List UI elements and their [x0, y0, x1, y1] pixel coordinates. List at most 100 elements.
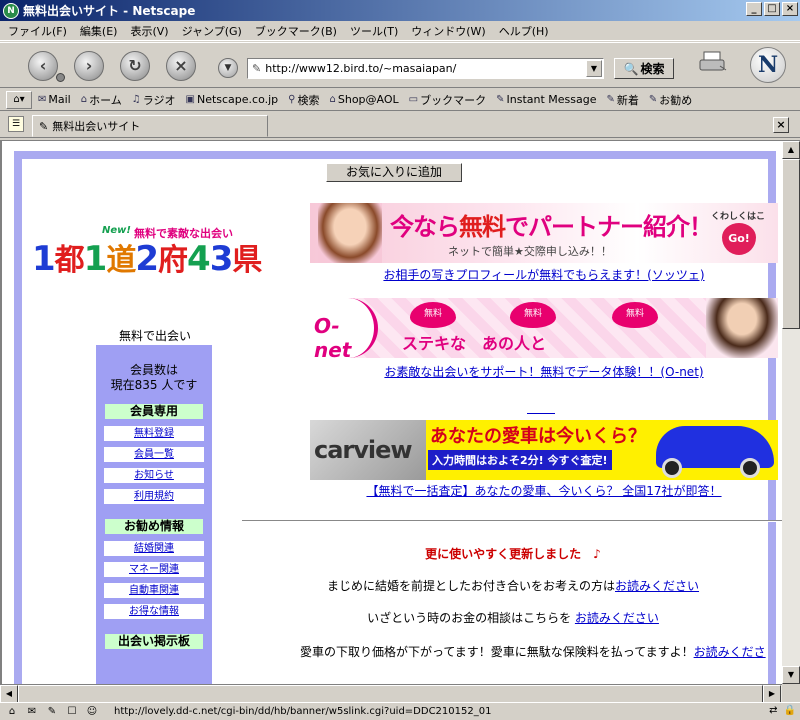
logo-main-text: 1都1道2府43県 [32, 235, 262, 279]
scroll-up-icon[interactable]: ▲ [782, 141, 800, 159]
sidebar-item-money[interactable]: マネー関連 [104, 562, 204, 577]
maximize-button[interactable]: □ [764, 2, 780, 16]
menu-window[interactable]: ウィンドウ(W) [411, 23, 485, 39]
personal-item-recommend[interactable]: ✎ お勧め [649, 92, 692, 108]
add-favorite-button[interactable]: お気に入りに追加 [326, 163, 462, 182]
personal-item-mail[interactable]: ✉ Mail [38, 93, 71, 106]
sidebar-item-member-list[interactable]: 会員一覧 [104, 447, 204, 462]
menu-view[interactable]: 表示(V) [130, 23, 168, 39]
close-window-button[interactable]: × [782, 2, 798, 16]
banner-carview[interactable]: carview あなたの愛車は今いくら？ 入力時間はおよそ2分! 今すぐ査定! [310, 420, 778, 480]
personal-item-instant-message[interactable]: ✎ Instant Message [496, 93, 596, 106]
update-heading: 更に使いやすく更新しました ♪ [425, 547, 601, 561]
banner-onet-text: ステキな あの人と [402, 334, 547, 353]
sidebar-item-marriage[interactable]: 結婚関連 [104, 541, 204, 556]
status-url: http://lovely.dd-c.net/cgi-bin/dd/hb/ban… [114, 706, 492, 717]
minimize-button[interactable]: _ [746, 2, 762, 16]
banner-carview-headline: あなたの愛車は今いくら？ [430, 426, 646, 447]
address-book-icon[interactable]: ☐ [64, 705, 80, 719]
menu-edit[interactable]: 編集(E) [80, 23, 118, 39]
sidebar-toggle-icon[interactable]: ☰ [8, 116, 24, 132]
back-history-dropdown[interactable] [56, 73, 65, 82]
read-more-link[interactable]: お読みください [575, 611, 659, 625]
url-text[interactable]: http://www12.bird.to/~masaiapan/ [265, 62, 456, 75]
url-dropdown-icon[interactable]: ▼ [586, 60, 602, 77]
menu-help[interactable]: ヘルプ(H) [499, 23, 549, 39]
heart-icon: Go! [722, 223, 756, 255]
scroll-right-icon[interactable]: ▶ [763, 685, 781, 703]
sidebar-item-notices[interactable]: お知らせ [104, 468, 204, 483]
tab-current[interactable]: ✎ 無料出会いサイト [32, 115, 268, 137]
carview-logo-area: carview [310, 420, 426, 480]
reload-icon[interactable]: ↻ [120, 51, 150, 81]
menu-go[interactable]: ジャンプ(G) [182, 23, 242, 39]
banner-partner-link[interactable]: お相手の写きプロフィールが無料でもらえます！(ソッツェ) [310, 266, 778, 283]
forward-icon[interactable]: › [74, 51, 104, 81]
vertical-scroll-thumb[interactable] [782, 159, 800, 329]
personal-item-home[interactable]: ⌂ ホーム [81, 92, 122, 108]
scroll-down-icon[interactable]: ▼ [782, 666, 800, 684]
menu-file[interactable]: ファイル(F) [8, 23, 67, 39]
close-tab-icon[interactable]: × [773, 117, 789, 133]
netscape-logo-icon[interactable]: N [750, 47, 786, 83]
composer-icon[interactable]: ✎ [44, 705, 60, 719]
scroll-corner [782, 684, 800, 702]
read-more-link[interactable]: お読みくださ [694, 645, 766, 659]
banner-onet[interactable]: O-net 無料 無料 無料 ステキな あの人と [310, 298, 778, 358]
section-head-members: 会員専用 [104, 403, 204, 420]
banner-onet-link[interactable]: お素敵な出会いをサポート！無料でデータ体験！！(O-net) [310, 363, 778, 380]
menu-bar: ファイル(F) 編集(E) 表示(V) ジャンプ(G) ブックマーク(B) ツー… [0, 21, 800, 41]
onet-logo: O-net [310, 298, 378, 358]
horizontal-scrollbar[interactable]: ◀ ▶ [0, 684, 782, 703]
personal-toolbar: ⌂▾ ✉ Mail ⌂ ホーム ♫ ラジオ ▣ Netscape.co.jp ⚲ 検索 ⌂… [0, 89, 800, 111]
url-field[interactable]: ✎ http://www12.bird.to/~masaiapan/ ▼ [247, 58, 604, 79]
sidebar-item-car[interactable]: 自動車関連 [104, 583, 204, 598]
personal-item-new[interactable]: ✎ 新着 [607, 92, 639, 108]
scroll-left-icon[interactable]: ◀ [0, 685, 18, 703]
personal-item-netscape[interactable]: ▣ Netscape.co.jp [186, 93, 279, 106]
personal-item-bookmarks[interactable]: ▭ ブックマーク [409, 92, 486, 108]
free-meeting-label: 無料で出会い [118, 329, 191, 343]
tab-bar: ☰ ✎ 無料出会いサイト × [0, 112, 800, 138]
netscape-app-icon: N [3, 2, 19, 19]
status-indicators: ⇄ 🔒 [769, 705, 796, 716]
heart-icon: 無料 [612, 302, 658, 328]
personal-item-shop[interactable]: ⌂ Shop@AOL [330, 93, 399, 106]
horizontal-scroll-thumb[interactable] [18, 685, 763, 703]
menu-bookmarks[interactable]: ブックマーク(B) [255, 23, 337, 39]
logo-char: 1 [32, 239, 56, 279]
back-icon[interactable]: ‹ [28, 51, 58, 81]
logo-char: 府 [158, 243, 188, 278]
sidebar-item-deals[interactable]: お得な情報 [104, 604, 204, 619]
read-more-link[interactable]: お読みください [615, 579, 699, 593]
window-controls: _ □ × [746, 2, 798, 16]
online-icon[interactable]: ⇄ [769, 705, 777, 716]
security-lock-icon[interactable]: 🔒 [784, 705, 796, 716]
sidebar-item-terms[interactable]: 利用規約 [104, 489, 204, 504]
mail-icon[interactable]: ✉ [24, 705, 40, 719]
home-tab-icon[interactable]: ⌂▾ [6, 90, 32, 109]
logo-char: 3 [209, 239, 234, 279]
page-viewport: お気に入りに追加 New! 無料で素敵な出会い 1都1道2府43県 無料で出会い… [0, 140, 782, 684]
navigator-icon[interactable]: ⌂ [4, 705, 20, 719]
sidebar: 会員数は 現在835 人です 会員専用 無料登録 会員一覧 お知らせ 利用規約 … [96, 345, 212, 684]
horizontal-rule [242, 520, 782, 522]
heart-icon: 無料 [510, 302, 556, 328]
sidebar-item-register[interactable]: 無料登録 [104, 426, 204, 441]
banner-carview-link[interactable]: 【無料で一括査定】あなたの愛車、今いくら？ 全国17社が即答！ [310, 482, 778, 499]
divider [527, 413, 555, 414]
search-button[interactable]: 🔍 検索 [614, 58, 674, 79]
url-history-dropdown-icon[interactable]: ▼ [218, 58, 238, 78]
info-line-car: 愛車の下取り価格が下がってます！愛車に無駄な保険料を払ってますよ！お読みくださ [300, 645, 766, 659]
personal-item-radio[interactable]: ♫ ラジオ [132, 92, 176, 108]
banner-partner[interactable]: 今なら無料でパートナー紹介！ ネットで簡単★交際申し込み！！ くわしくはこちら … [310, 203, 778, 263]
stop-icon[interactable]: × [166, 51, 196, 81]
print-icon[interactable] [698, 50, 728, 74]
window-title: 無料出会いサイト - Netscape [23, 4, 196, 18]
personal-item-search[interactable]: ⚲ 検索 [288, 92, 319, 108]
instant-message-icon[interactable]: ☺ [84, 705, 100, 719]
menu-tools[interactable]: ツール(T) [350, 23, 398, 39]
member-count-line1: 会員数は [129, 363, 178, 377]
vertical-scrollbar[interactable]: ▲ ▼ [782, 140, 800, 684]
bookmark-icon: ✎ [648, 94, 658, 105]
